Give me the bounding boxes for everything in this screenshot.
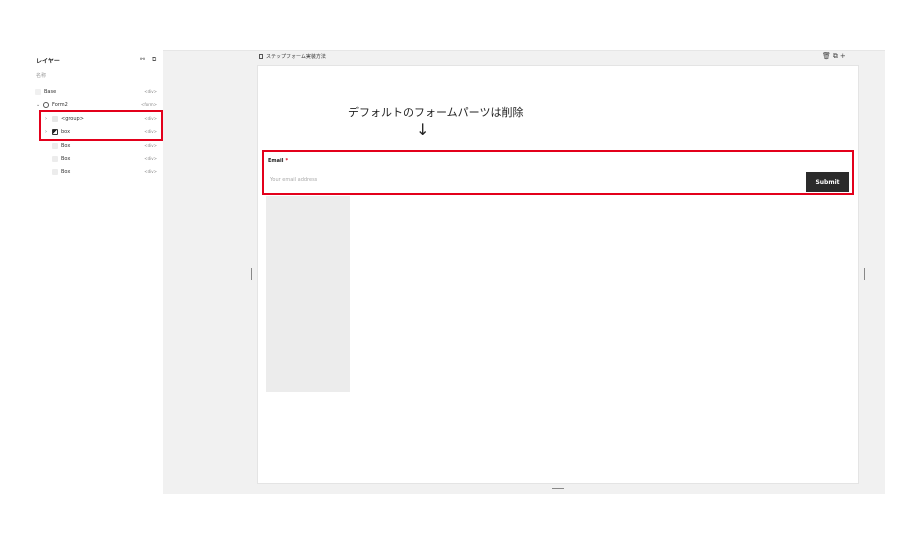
box-icon: [52, 143, 58, 149]
layers-panel: レイヤー ⚯ ⧉ 名称 Base <div> ⌄ Form2 <form> › …: [30, 50, 163, 494]
form-icon: [43, 102, 49, 108]
layer-label: Base: [44, 89, 57, 95]
resize-handle-left[interactable]: [251, 268, 252, 280]
layers-panel-title: レイヤー: [36, 58, 60, 65]
column-label-name: 名称: [36, 73, 47, 79]
frame-title-text: ステップフォーム実装方法: [266, 54, 326, 60]
layer-label: Box: [61, 143, 71, 149]
layers-highlight-box: [39, 110, 163, 141]
link-icon[interactable]: ⚯: [140, 56, 145, 63]
placeholder-block: [266, 196, 350, 392]
email-label: Email *: [268, 158, 288, 164]
layer-tag: <div>: [144, 156, 157, 161]
layer-tag: <div>: [144, 89, 157, 94]
layer-label: Box: [61, 156, 71, 162]
email-input[interactable]: Your email address: [270, 177, 470, 183]
plus-icon[interactable]: +: [840, 52, 848, 60]
layer-row-box-2[interactable]: Box <div>: [30, 153, 163, 166]
layer-tag: <div>: [144, 143, 157, 148]
layer-label: Box: [61, 169, 71, 175]
resize-handle-bottom[interactable]: [552, 488, 564, 489]
frame-tools: 🗑⧉+: [822, 52, 848, 61]
required-mark: *: [285, 158, 289, 164]
layer-tag: <div>: [144, 169, 157, 174]
layer-tag: <form>: [140, 102, 157, 107]
box-icon: [52, 156, 58, 162]
document-icon: [259, 54, 263, 59]
copy-icon[interactable]: ⧉: [152, 56, 156, 63]
submit-button[interactable]: Submit: [806, 172, 849, 192]
layers-panel-header: レイヤー ⚯ ⧉: [36, 56, 160, 68]
annotation-text: デフォルトのフォームパーツは削除: [348, 106, 524, 119]
layer-row-base[interactable]: Base <div>: [30, 86, 163, 99]
layer-row-box-3[interactable]: Box <div>: [30, 166, 163, 179]
box-icon: [52, 169, 58, 175]
box-icon: [35, 89, 41, 95]
email-label-text: Email: [268, 158, 284, 164]
arrow-down-icon: ↓: [416, 120, 430, 139]
duplicate-icon[interactable]: ⧉: [833, 52, 840, 60]
trash-icon[interactable]: 🗑: [822, 52, 833, 60]
layer-label: Form2: [52, 102, 68, 108]
layer-row-box-1[interactable]: Box <div>: [30, 140, 163, 153]
email-form: Email * Your email address Submit: [262, 150, 854, 195]
chevron-down-icon[interactable]: ⌄: [36, 102, 40, 108]
frame-title[interactable]: ステップフォーム実装方法: [259, 53, 326, 60]
canvas-divider: [163, 50, 885, 51]
resize-handle-right[interactable]: [864, 268, 865, 280]
